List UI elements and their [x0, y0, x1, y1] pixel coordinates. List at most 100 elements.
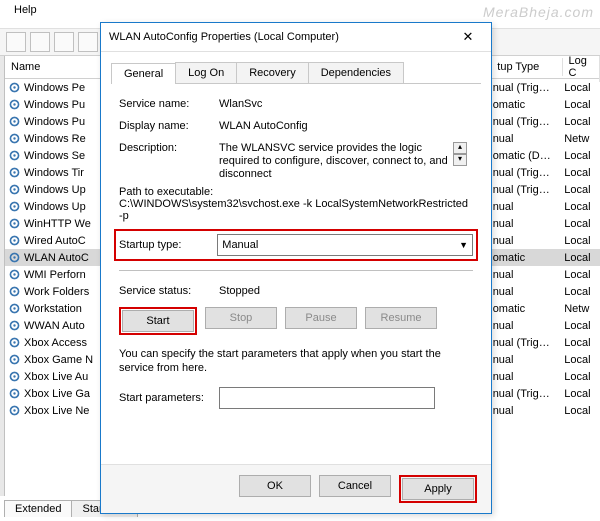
startup-type-cell: nual: [493, 320, 565, 332]
label-description: Description:: [119, 142, 219, 154]
gear-icon: [8, 353, 21, 367]
gear-icon: [8, 115, 21, 129]
startup-type-cell: nual: [493, 201, 565, 213]
start-button[interactable]: Start: [122, 310, 194, 332]
service-name-cell: Windows Tir: [24, 167, 103, 179]
toolbar-button[interactable]: [6, 32, 26, 52]
startup-type-cell: omatic: [493, 303, 565, 315]
value-service-name: WlanSvc: [219, 98, 473, 110]
description-scroll[interactable]: ▴▾: [453, 142, 467, 176]
toolbar-button[interactable]: [54, 32, 74, 52]
chevron-up-icon[interactable]: ▴: [453, 142, 467, 154]
logon-cell: Local: [564, 405, 600, 417]
service-name-cell: Windows Pe: [24, 82, 103, 94]
logon-cell: Local: [564, 320, 600, 332]
gear-icon: [8, 217, 21, 231]
close-icon[interactable]: ✕: [453, 29, 483, 45]
service-name-cell: Xbox Live Ga: [24, 388, 103, 400]
stop-button: Stop: [205, 307, 277, 329]
startup-type-cell: nual (Trig…: [493, 388, 565, 400]
label-display-name: Display name:: [119, 120, 219, 132]
startup-type-cell: nual (Trig…: [493, 167, 565, 179]
start-params-note: You can specify the start parameters tha…: [119, 347, 473, 375]
value-display-name: WLAN AutoConfig: [219, 120, 473, 132]
gear-icon: [8, 387, 21, 401]
logon-cell: Local: [564, 337, 600, 349]
gear-icon: [8, 234, 21, 248]
startup-type-cell: omatic: [493, 252, 565, 264]
startup-type-cell: nual: [493, 405, 565, 417]
logon-cell: Local: [564, 218, 600, 230]
service-name-cell: Xbox Access: [24, 337, 103, 349]
service-name-cell: WMI Perforn: [24, 269, 103, 281]
menu-help[interactable]: Help: [8, 2, 43, 18]
logon-cell: Local: [564, 201, 600, 213]
logon-cell: Local: [564, 82, 600, 94]
cancel-button[interactable]: Cancel: [319, 475, 391, 497]
label-path: Path to executable:: [119, 186, 473, 198]
gear-icon: [8, 302, 21, 316]
label-service-status: Service status:: [119, 285, 219, 297]
startup-type-cell: nual: [493, 371, 565, 383]
tab-logon[interactable]: Log On: [175, 62, 237, 83]
chevron-down-icon[interactable]: ▾: [453, 154, 467, 166]
logon-cell: Local: [564, 388, 600, 400]
titlebar[interactable]: WLAN AutoConfig Properties (Local Comput…: [101, 23, 491, 52]
gear-icon: [8, 336, 21, 350]
toolbar-button[interactable]: [30, 32, 50, 52]
startup-type-cell: omatic (D…: [493, 150, 565, 162]
service-name-cell: Xbox Live Ne: [24, 405, 103, 417]
chevron-down-icon: ▼: [459, 240, 468, 250]
service-name-cell: Workstation: [24, 303, 103, 315]
pause-button: Pause: [285, 307, 357, 329]
label-startup-type: Startup type:: [119, 239, 217, 251]
logon-cell: Local: [564, 354, 600, 366]
watermark: MeraBheja.com: [483, 4, 594, 20]
startup-type-cell: nual: [493, 269, 565, 281]
gear-icon: [8, 166, 21, 180]
toolbar-button[interactable]: [78, 32, 98, 52]
gear-icon: [8, 132, 21, 146]
logon-cell: Local: [564, 184, 600, 196]
service-name-cell: Windows Se: [24, 150, 103, 162]
logon-cell: Local: [564, 167, 600, 179]
tab-general[interactable]: General: [111, 63, 176, 84]
service-name-cell: Windows Pu: [24, 99, 103, 111]
value-description: The WLANSVC service provides the logic r…: [219, 142, 449, 176]
column-name[interactable]: Name: [5, 58, 101, 76]
gear-icon: [8, 285, 21, 299]
service-name-cell: Work Folders: [24, 286, 103, 298]
logon-cell: Local: [564, 286, 600, 298]
gear-icon: [8, 251, 21, 265]
ok-button[interactable]: OK: [239, 475, 311, 497]
startup-type-dropdown[interactable]: Manual ▼: [217, 234, 473, 256]
service-name-cell: Windows Up: [24, 201, 103, 213]
logon-cell: Local: [564, 99, 600, 111]
gear-icon: [8, 183, 21, 197]
service-name-cell: Windows Pu: [24, 116, 103, 128]
startup-type-cell: nual: [493, 133, 565, 145]
startup-type-cell: nual (Trig…: [493, 184, 565, 196]
startup-type-cell: omatic: [493, 99, 565, 111]
logon-cell: Netw: [564, 303, 600, 315]
label-start-params: Start parameters:: [119, 392, 219, 404]
startup-type-cell: nual: [493, 354, 565, 366]
apply-button[interactable]: Apply: [402, 478, 474, 500]
service-name-cell: WLAN AutoC: [24, 252, 103, 264]
gear-icon: [8, 370, 21, 384]
gear-icon: [8, 81, 21, 95]
gear-icon: [8, 268, 21, 282]
highlight-start: Start: [119, 307, 197, 335]
logon-cell: Local: [564, 150, 600, 162]
tab-extended[interactable]: Extended: [4, 500, 72, 517]
start-parameters-input[interactable]: [219, 387, 435, 409]
dialog-title: WLAN AutoConfig Properties (Local Comput…: [109, 31, 453, 43]
column-startup-type[interactable]: tup Type: [491, 58, 562, 76]
service-name-cell: Windows Re: [24, 133, 103, 145]
tab-dependencies[interactable]: Dependencies: [308, 62, 404, 83]
column-logon[interactable]: Log C: [563, 56, 600, 82]
logon-cell: Local: [564, 252, 600, 264]
tab-recovery[interactable]: Recovery: [236, 62, 308, 83]
value-path: C:\WINDOWS\system32\svchost.exe -k Local…: [119, 198, 473, 222]
value-service-status: Stopped: [219, 285, 473, 297]
